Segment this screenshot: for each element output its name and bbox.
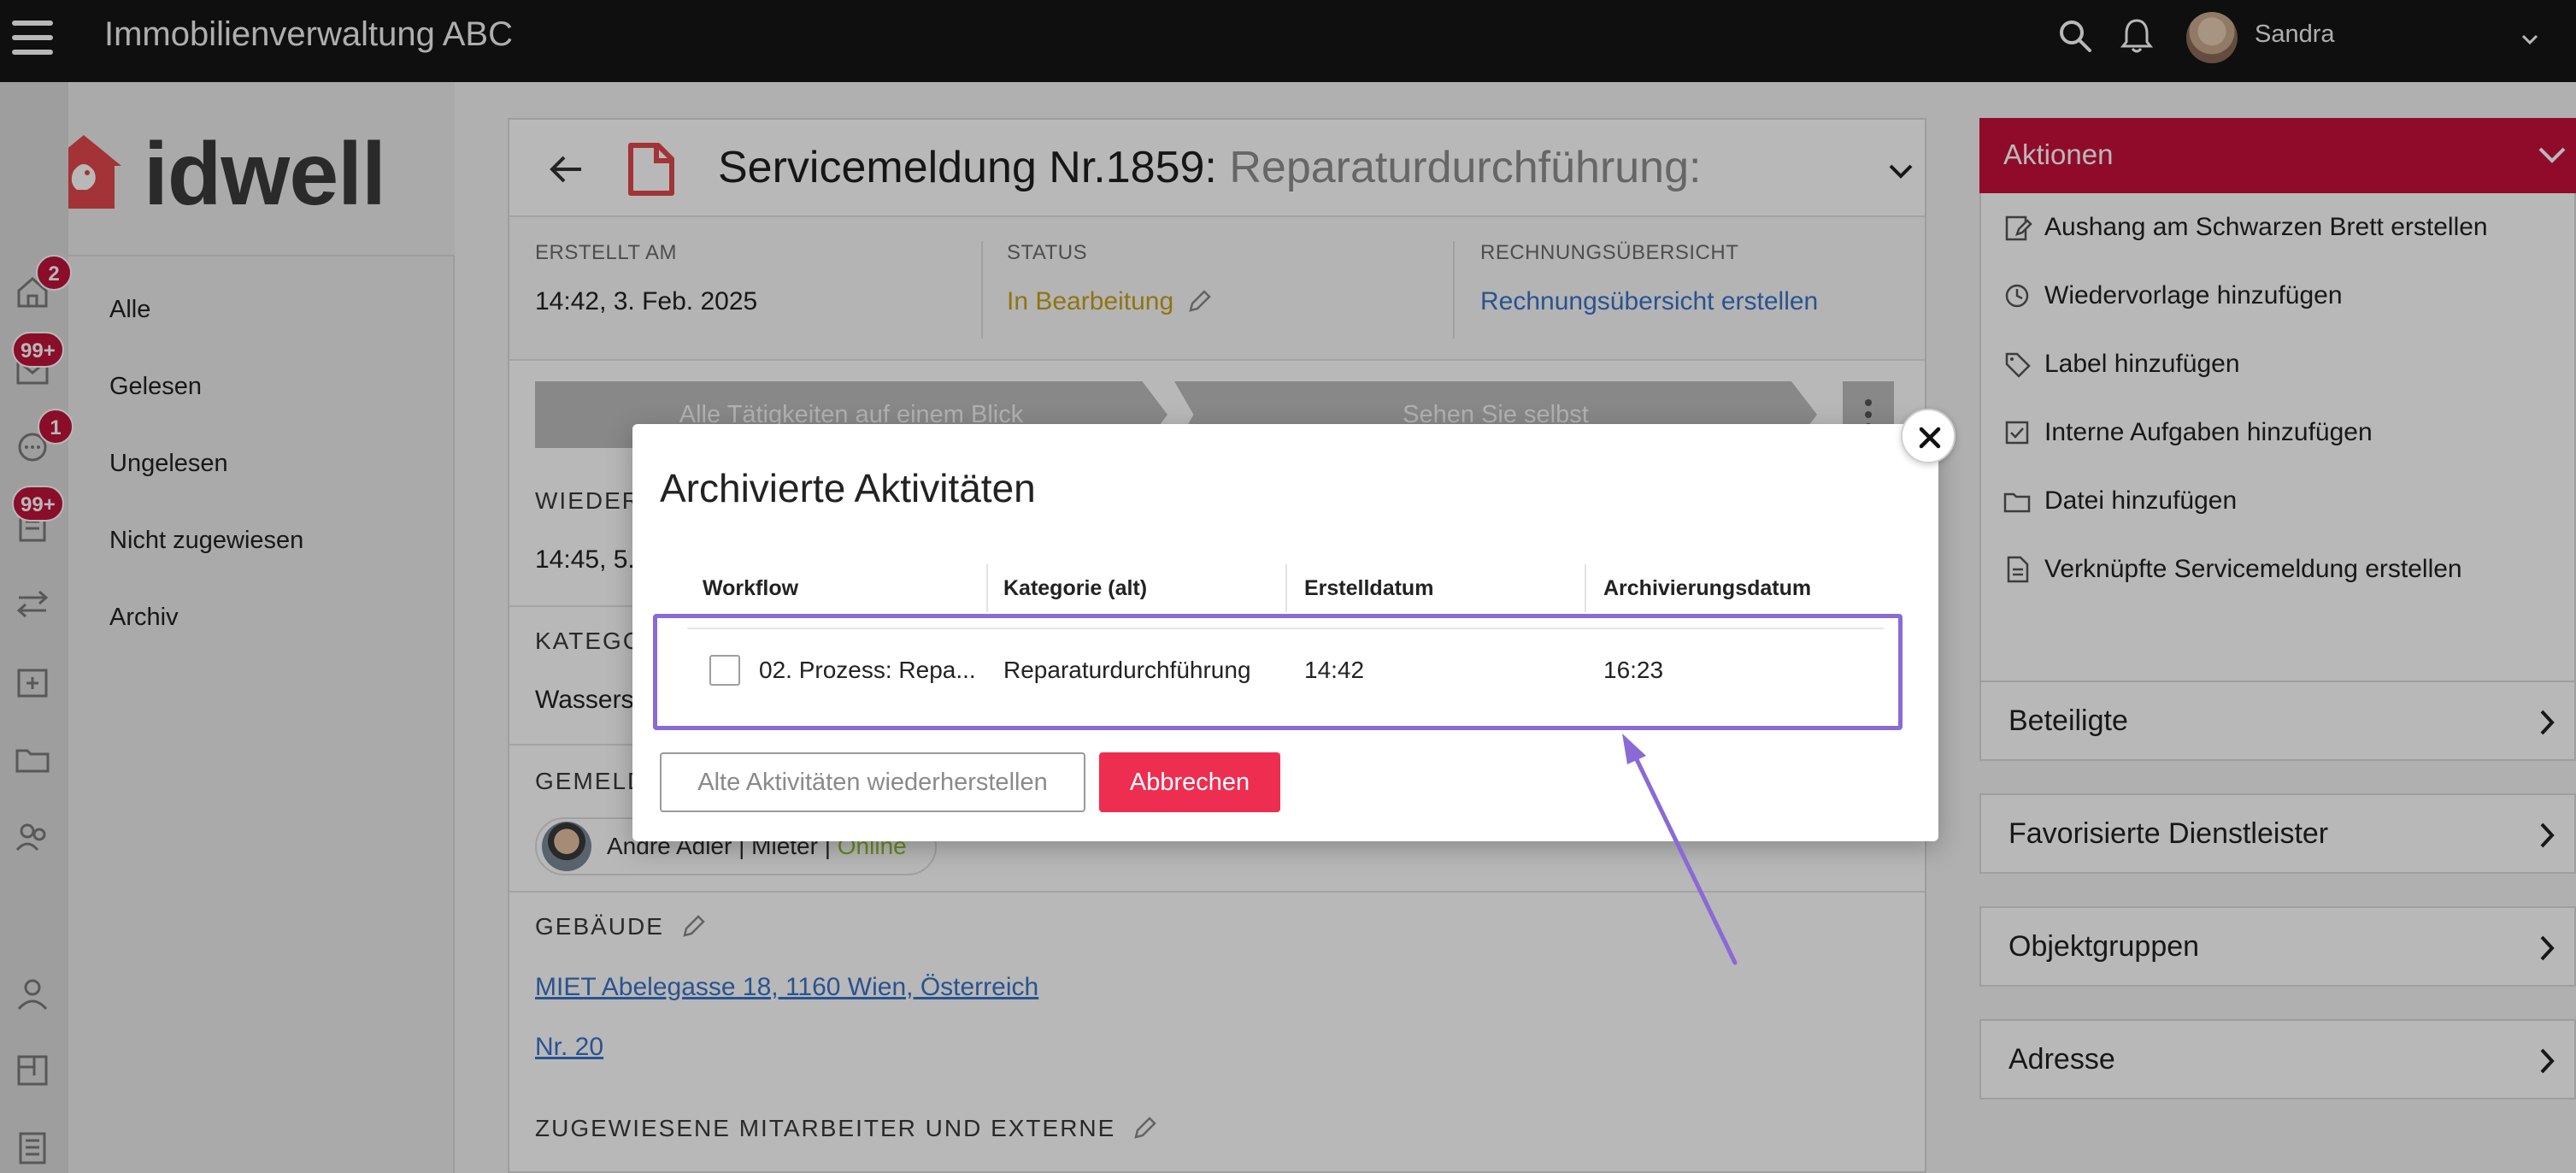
close-dialog-button[interactable]: [1901, 409, 1956, 463]
table-header: Workflow Kategorie (alt) Erstelldatum Ar…: [653, 557, 1904, 616]
column-divider: [1285, 564, 1287, 612]
modal-backdrop-top: [0, 0, 2576, 82]
close-icon: [1919, 427, 1941, 449]
row-highlight-annotation: [653, 614, 1903, 730]
column-header-archivierungsdatum[interactable]: Archivierungsdatum: [1603, 576, 1811, 601]
restore-activities-button[interactable]: Alte Aktivitäten wiederherstellen: [660, 752, 1085, 812]
cancel-button[interactable]: Abbrechen: [1099, 752, 1280, 812]
column-divider: [1585, 564, 1586, 612]
column-header-erstelldatum[interactable]: Erstelldatum: [1304, 576, 1433, 601]
column-header-workflow[interactable]: Workflow: [703, 576, 798, 601]
archived-activities-table: Workflow Kategorie (alt) Erstelldatum Ar…: [653, 557, 1904, 686]
dialog-title: Archivierte Aktivitäten: [660, 466, 1036, 510]
column-header-kategorie[interactable]: Kategorie (alt): [1003, 576, 1147, 601]
column-divider: [986, 564, 988, 612]
